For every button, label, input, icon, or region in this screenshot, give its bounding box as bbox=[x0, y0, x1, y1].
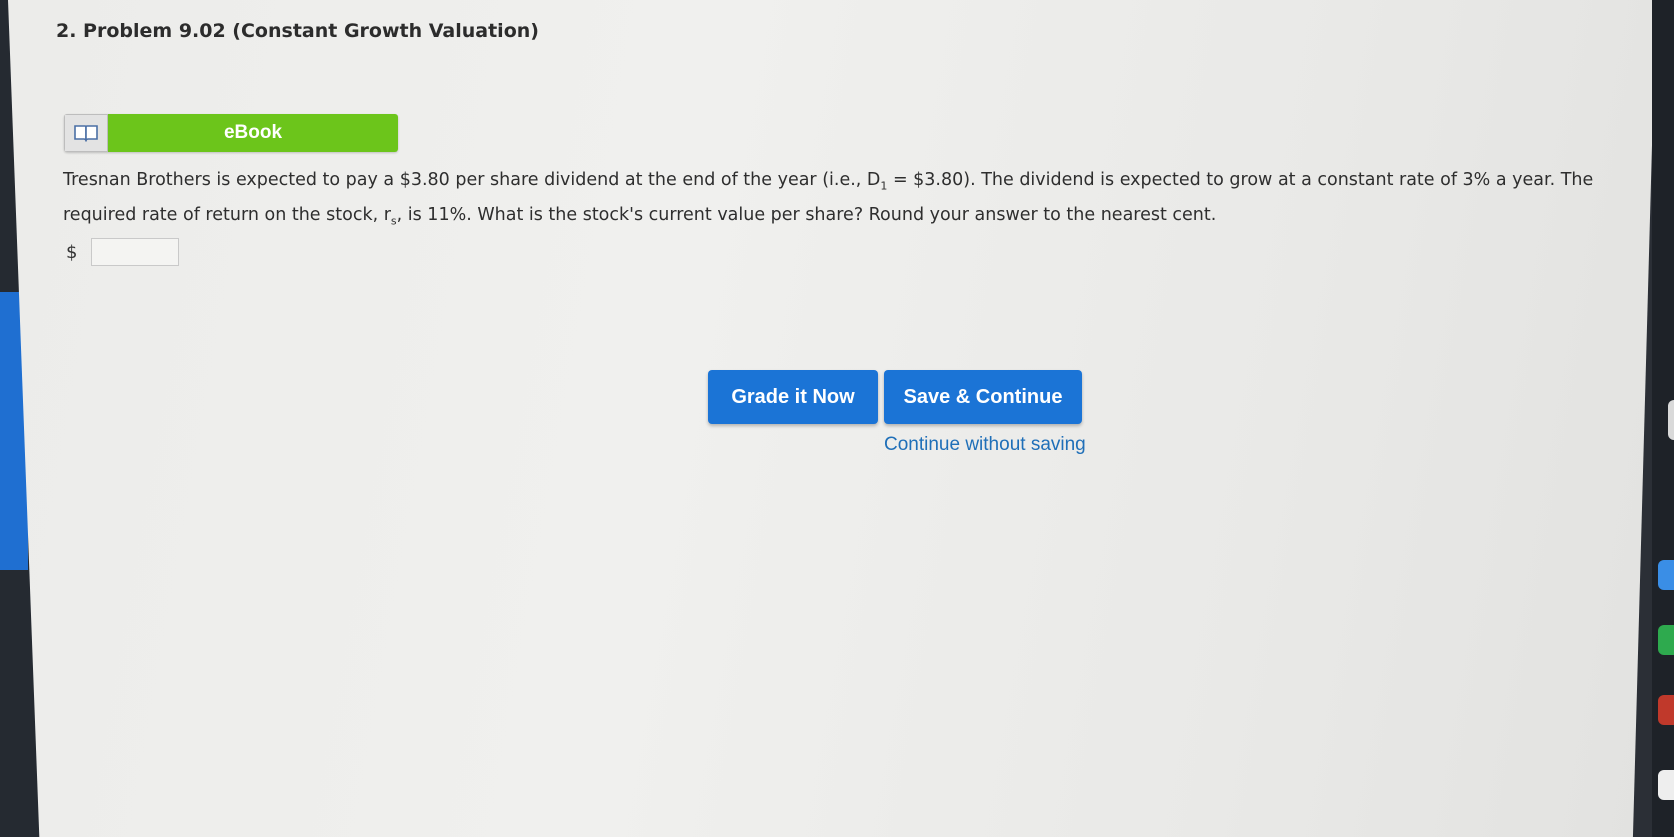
problem-text-part3: , is 11%. What is the stock's current va… bbox=[396, 204, 1217, 225]
answer-row: $ bbox=[66, 238, 180, 266]
dock-notes-icon bbox=[1658, 770, 1674, 800]
problem-text-part1: Tresnan Brothers is expected to pay a $3… bbox=[63, 170, 881, 190]
right-bezel bbox=[1652, 0, 1674, 837]
save-and-continue-button[interactable]: Save & Continue bbox=[884, 370, 1082, 424]
dock-cloud-icon bbox=[1658, 560, 1674, 590]
ebook-label: eBook bbox=[108, 114, 398, 152]
browser-content: 2. Problem 9.02 (Constant Growth Valuati… bbox=[8, 0, 1656, 837]
dock-app-icon bbox=[1658, 695, 1674, 725]
ebook-button[interactable]: eBook bbox=[64, 114, 398, 152]
problem-statement: Tresnan Brothers is expected to pay a $3… bbox=[63, 166, 1603, 235]
book-icon bbox=[64, 114, 108, 152]
currency-symbol: $ bbox=[66, 241, 78, 263]
grade-it-now-button[interactable]: Grade it Now bbox=[708, 370, 878, 424]
problem-title: 2. Problem 9.02 (Constant Growth Valuati… bbox=[56, 20, 539, 42]
dock-edge-icon bbox=[1668, 400, 1674, 440]
answer-input[interactable] bbox=[91, 238, 180, 266]
dock-drive-icon bbox=[1658, 625, 1674, 655]
continue-without-saving-link[interactable]: Continue without saving bbox=[884, 434, 1104, 456]
